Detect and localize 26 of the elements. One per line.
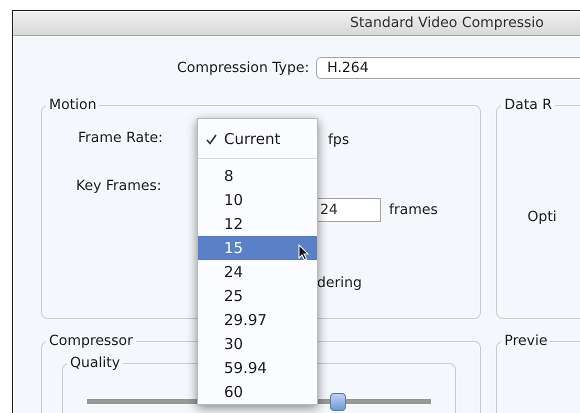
menu-item[interactable]: 15 <box>198 236 317 260</box>
group-title: Previe <box>503 333 548 349</box>
group-title: Quality <box>69 355 122 371</box>
menu-item[interactable]: 60 <box>198 380 317 404</box>
group-title: Data R <box>503 97 554 113</box>
unit-label: fps <box>328 132 350 148</box>
frame-rate-label: Frame Rate: <box>78 130 163 146</box>
key-frames-label: Key Frames: <box>76 178 162 194</box>
group-title: Compressor <box>48 333 134 349</box>
compression-type-popup[interactable]: H.264 <box>316 57 580 79</box>
group-title: Motion <box>48 97 98 113</box>
menu-item[interactable]: Current <box>198 123 317 155</box>
menu-item[interactable]: 30 <box>198 332 317 356</box>
unit-label: frames <box>389 202 438 218</box>
menu-item[interactable]: 25 <box>198 284 317 308</box>
slider-thumb[interactable] <box>330 393 346 411</box>
menu-item[interactable]: 8 <box>198 164 317 188</box>
window-title: Standard Video Compressio <box>350 15 544 31</box>
compression-type-label: Compression Type: <box>177 60 310 76</box>
checkbox-label: dering <box>317 275 362 291</box>
menu-item[interactable]: 24 <box>198 260 317 284</box>
menu-item[interactable]: 29.97 <box>198 308 317 332</box>
menu-item[interactable]: 59.94 <box>198 356 317 380</box>
checkmark-icon <box>206 134 217 144</box>
option-label: Opti <box>527 209 557 225</box>
pointer-cursor-icon <box>298 244 309 261</box>
